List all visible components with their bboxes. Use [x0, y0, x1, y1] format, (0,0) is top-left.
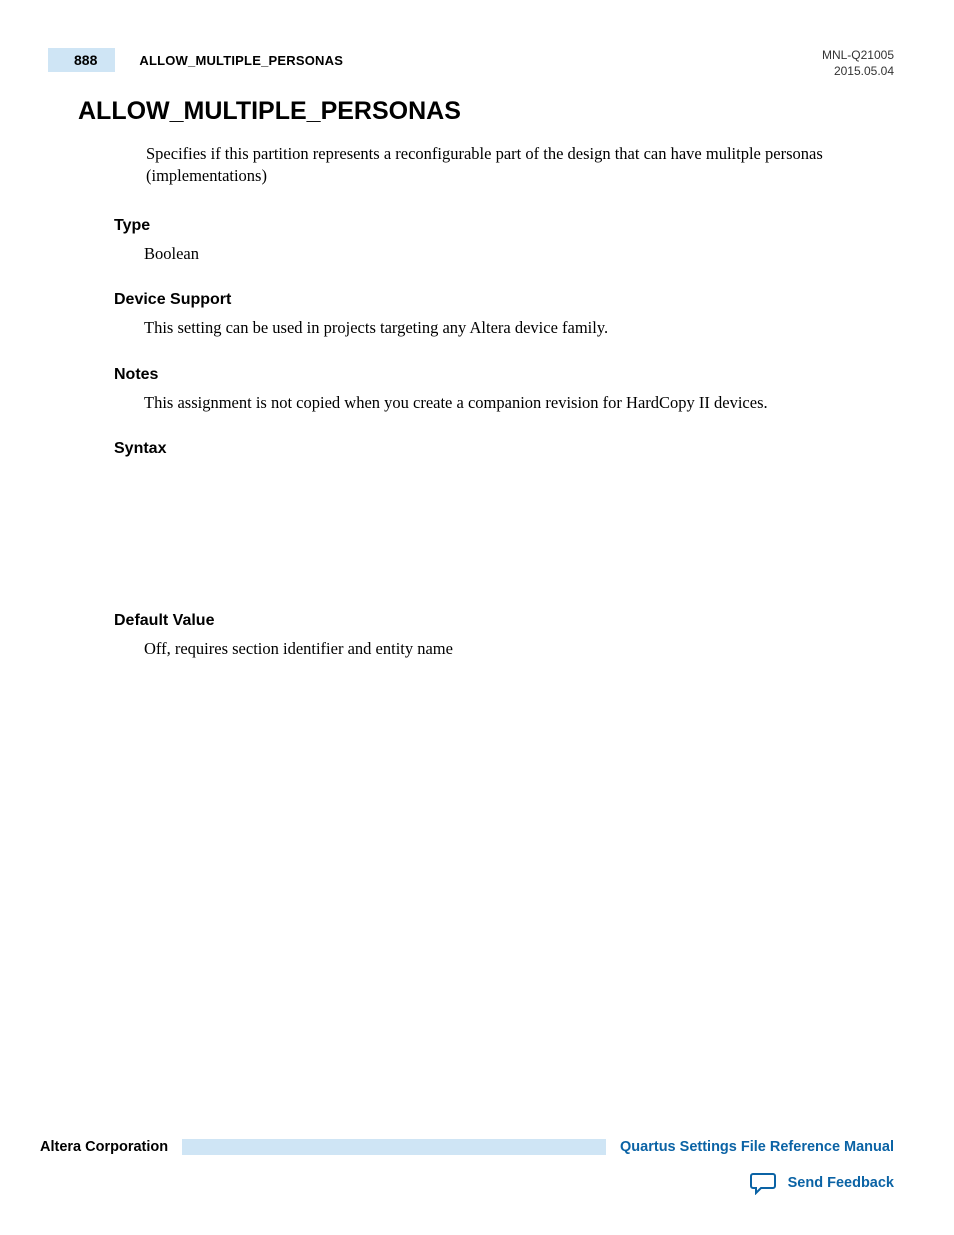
- doc-id: MNL-Q21005: [822, 48, 894, 64]
- breadcrumb: ALLOW_MULTIPLE_PERSONAS: [139, 53, 343, 68]
- doc-date: 2015.05.04: [822, 64, 894, 80]
- footer-bar: Altera Corporation Quartus Settings File…: [40, 1139, 894, 1155]
- section-body-device-support: This setting can be used in projects tar…: [144, 317, 894, 339]
- comment-icon: [750, 1171, 778, 1195]
- page-title: ALLOW_MULTIPLE_PERSONAS: [78, 97, 894, 126]
- header-left: 888 ALLOW_MULTIPLE_PERSONAS: [48, 48, 343, 72]
- section-heading-syntax: Syntax: [114, 440, 894, 458]
- section-heading-notes: Notes: [114, 366, 894, 384]
- section-body-type: Boolean: [144, 243, 894, 265]
- page-header: 888 ALLOW_MULTIPLE_PERSONAS MNL-Q21005 2…: [48, 48, 894, 79]
- section-heading-type: Type: [114, 217, 894, 235]
- section-body-default-value: Off, requires section identifier and ent…: [144, 638, 894, 660]
- section-type: Type Boolean: [114, 217, 894, 265]
- feedback-row[interactable]: Send Feedback: [40, 1171, 894, 1195]
- feedback-link[interactable]: Send Feedback: [788, 1175, 894, 1191]
- footer-company: Altera Corporation: [40, 1139, 182, 1155]
- manual-link[interactable]: Quartus Settings File Reference Manual: [620, 1139, 894, 1155]
- section-heading-default-value: Default Value: [114, 612, 894, 630]
- section-syntax: Syntax: [114, 440, 894, 586]
- intro-text: Specifies if this partition represents a…: [146, 143, 864, 188]
- syntax-body-empty: [114, 466, 894, 586]
- section-body-notes: This assignment is not copied when you c…: [144, 392, 894, 414]
- page-footer: Altera Corporation Quartus Settings File…: [0, 1139, 954, 1195]
- header-right: MNL-Q21005 2015.05.04: [822, 48, 894, 79]
- section-default-value: Default Value Off, requires section iden…: [114, 612, 894, 660]
- page-number-badge: 888: [48, 48, 115, 72]
- section-heading-device-support: Device Support: [114, 291, 894, 309]
- section-device-support: Device Support This setting can be used …: [114, 291, 894, 339]
- section-notes: Notes This assignment is not copied when…: [114, 366, 894, 414]
